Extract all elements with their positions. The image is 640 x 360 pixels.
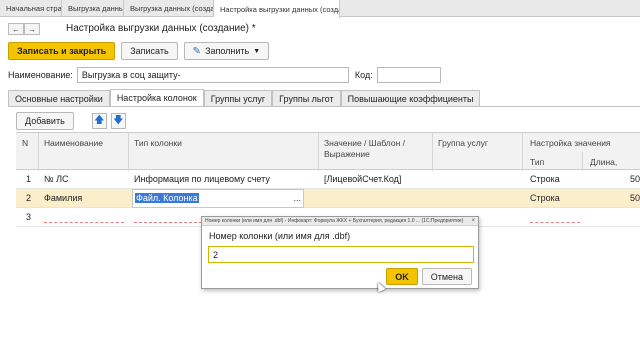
select-ellipsis-icon[interactable]: ... xyxy=(293,193,301,203)
header-type: Тип xyxy=(530,157,545,167)
name-label: Наименование: xyxy=(8,70,73,80)
header-name: Наименование xyxy=(44,138,103,148)
header-length: Длина, xyxy=(590,157,618,167)
window-tabbar: Начальная страница Выгрузка данных Выгру… xyxy=(0,0,640,18)
arrow-down-icon[interactable]: 🡇 xyxy=(110,113,126,129)
table-row[interactable]: 1 № ЛС Информация по лицевому счету [Лиц… xyxy=(16,170,640,189)
column-number-input[interactable]: 2 xyxy=(208,246,474,263)
columns-table: N Наименование Тип колонки Значение / Ша… xyxy=(16,132,640,227)
arrow-up-icon[interactable]: 🡅 xyxy=(91,113,107,129)
fill-icon: ✎ xyxy=(192,45,202,57)
save-close-button[interactable]: Записать и закрыть xyxy=(8,42,116,60)
tab-service-groups[interactable]: Группы услуг xyxy=(203,90,273,106)
dialog-titlebar: Номер колонки (или имя для .dbf) - Инфок… xyxy=(202,217,478,226)
ok-button[interactable]: OK xyxy=(386,268,418,285)
arrow-left-icon[interactable]: ← xyxy=(8,23,24,35)
header-service-group: Группа услуг xyxy=(438,138,489,148)
table-toolbar: Добавить 🡅 🡇 xyxy=(16,112,126,130)
window-tab-export[interactable]: Выгрузка данных xyxy=(62,0,124,17)
tab-coefficients[interactable]: Повышающие коэффициенты xyxy=(340,90,481,106)
header-value-setting: Настройка значения xyxy=(530,138,611,148)
dialog-buttons: OK Отмена xyxy=(386,268,472,285)
window-tab-export-settings[interactable]: Настройка выгрузки данных (создание) *× xyxy=(214,0,340,18)
name-field[interactable]: Выгрузка в соц защиту- xyxy=(76,67,349,83)
tabs-divider xyxy=(8,106,640,107)
table-row[interactable]: 2 Фамилия Файл. Колонка ... Строка 50 xyxy=(16,189,640,208)
required-underline xyxy=(44,222,124,223)
nav-buttons: ← → xyxy=(8,23,40,35)
code-label: Код: xyxy=(354,70,373,80)
header-value-expression: Выражение xyxy=(324,149,370,159)
column-number-dialog: Номер колонки (или имя для .dbf) - Инфок… xyxy=(201,216,479,289)
page-title: Настройка выгрузки данных (создание) * xyxy=(66,23,256,34)
header-value: Значение / Шаблон / xyxy=(324,138,405,148)
window-tab-export-create[interactable]: Выгрузка данных (создание) xyxy=(124,0,214,17)
table-header: N Наименование Тип колонки Значение / Ша… xyxy=(16,132,640,171)
header-n: N xyxy=(22,138,29,148)
save-button[interactable]: Записать xyxy=(121,42,178,60)
header-column-type: Тип колонки xyxy=(134,138,182,148)
add-row-button[interactable]: Добавить xyxy=(16,112,74,130)
column-type-cell-editor[interactable]: Файл. Колонка ... xyxy=(132,189,304,208)
code-field[interactable] xyxy=(376,67,441,83)
chevron-down-icon: ▼ xyxy=(253,47,261,55)
required-underline xyxy=(530,222,580,223)
tab-benefit-groups[interactable]: Группы льгот xyxy=(272,90,341,106)
column-type-selected-text: Файл. Колонка xyxy=(135,193,199,203)
name-row: Наименование: Выгрузка в соц защиту- Код… xyxy=(8,67,441,83)
window-tab-home[interactable]: Начальная страница xyxy=(0,0,62,17)
close-icon[interactable]: × xyxy=(471,218,475,224)
form-toolbar: Записать и закрыть Записать ✎ Заполнить ▼ xyxy=(8,42,270,60)
tab-column-settings[interactable]: Настройка колонок xyxy=(109,89,204,106)
dialog-label: Номер колонки (или имя для .dbf) xyxy=(209,231,351,241)
tab-main-settings[interactable]: Основные настройки xyxy=(8,90,110,106)
form-tabs: Основные настройки Настройка колонок Гру… xyxy=(8,89,481,106)
fill-button[interactable]: ✎ Заполнить ▼ xyxy=(183,42,270,60)
cancel-button[interactable]: Отмена xyxy=(421,268,472,285)
arrow-right-icon[interactable]: → xyxy=(24,23,40,35)
